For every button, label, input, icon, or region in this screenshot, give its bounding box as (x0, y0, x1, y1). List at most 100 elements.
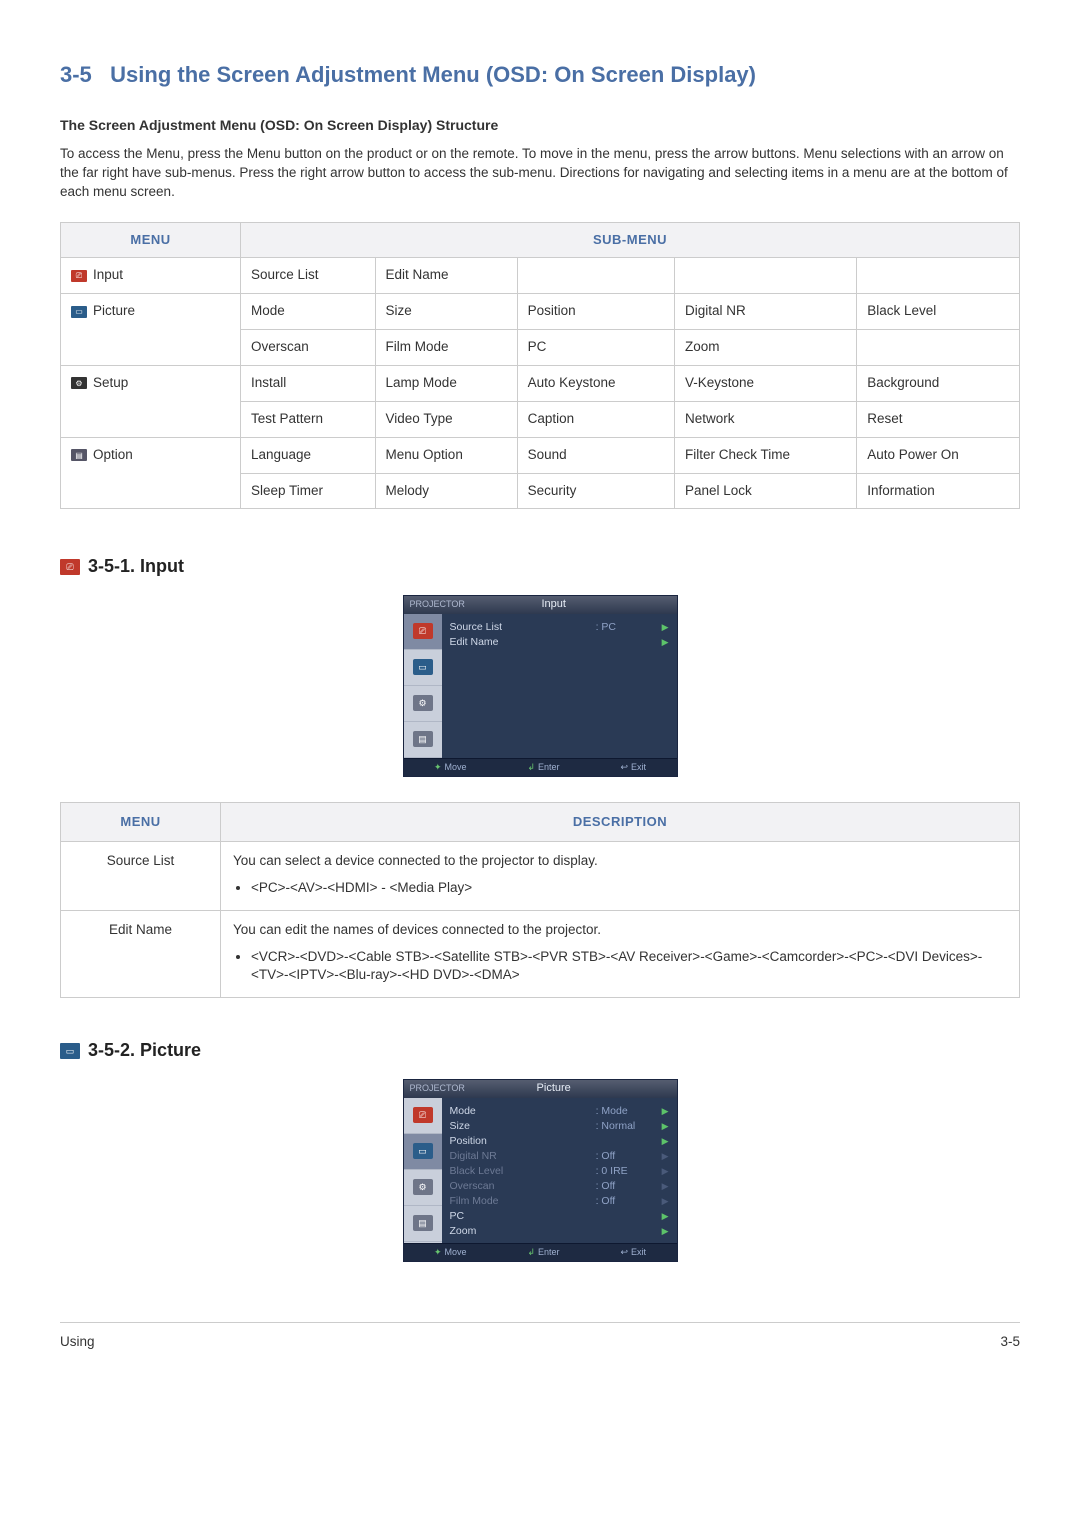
picture-section-number: 3-5-2. (88, 1040, 135, 1060)
table-cell: Black Level (857, 294, 1020, 330)
table-cell: Background (857, 365, 1020, 401)
table-cell: Auto Power On (857, 437, 1020, 473)
osd-row: Position▶ (450, 1134, 669, 1149)
osd-row: Zoom▶ (450, 1224, 669, 1239)
arrow-right-icon: ▶ (656, 1120, 669, 1133)
table-cell: Test Pattern (241, 401, 376, 437)
table-cell: Source List (241, 258, 376, 294)
osd-footer-exit: Exit (631, 761, 646, 774)
osd-row-label: Source List (450, 620, 596, 635)
table-cell: Network (674, 401, 856, 437)
desc-text: You can select a device connected to the… (233, 852, 1007, 871)
desc-bullet: <VCR>-<DVD>-<Cable STB>-<Satellite STB>-… (251, 948, 1007, 986)
arrow-right-icon: ▶ (656, 1135, 669, 1148)
osd-title: Picture (471, 1081, 637, 1096)
section-number: 3-5 (60, 62, 92, 87)
desc-text: You can edit the names of devices connec… (233, 921, 1007, 940)
menu-option-label: Option (93, 446, 133, 465)
table-cell: Overscan (241, 330, 376, 366)
osd-row-value: : Off (596, 1194, 656, 1209)
arrow-right-icon: ▶ (656, 636, 669, 649)
table-cell: Install (241, 365, 376, 401)
desc-header-description: DESCRIPTION (221, 802, 1020, 841)
menu-picture-label: Picture (93, 302, 135, 321)
table-cell: Video Type (375, 401, 517, 437)
table-cell: Auto Keystone (517, 365, 674, 401)
desc-menu-edit-name: Edit Name (61, 910, 221, 998)
table-cell (674, 258, 856, 294)
structure-subtitle: The Screen Adjustment Menu (OSD: On Scre… (60, 116, 1020, 136)
osd-row-value: : PC (596, 620, 656, 635)
enter-icon: ↲ (527, 1246, 535, 1259)
table-cell: Sound (517, 437, 674, 473)
osd-brand: PROJECTOR (404, 598, 471, 611)
exit-icon: ↩ (620, 761, 628, 774)
section-heading-input: ⎚ 3-5-1. Input (60, 554, 1020, 579)
table-cell: Information (857, 473, 1020, 509)
osd-row-value: : Mode (596, 1104, 656, 1119)
input-icon: ⎚ (413, 1107, 433, 1123)
arrow-right-icon: ▶ (656, 1150, 669, 1163)
osd-panel-input: PROJECTOR Input ⎚ ▭ ⚙ ▤ Source List: PC▶… (403, 595, 678, 777)
osd-row-value: : Off (596, 1179, 656, 1194)
table-cell (857, 258, 1020, 294)
osd-row: Overscan: Off▶ (450, 1179, 669, 1194)
desc-bullet: <PC>-<AV>-<HDMI> - <Media Play> (251, 879, 1007, 898)
osd-row-value: : 0 IRE (596, 1164, 656, 1179)
intro-paragraph: To access the Menu, press the Menu butto… (60, 145, 1020, 202)
table-cell: Sleep Timer (241, 473, 376, 509)
table-cell: V-Keystone (674, 365, 856, 401)
osd-row: Mode: Mode▶ (450, 1104, 669, 1119)
table-cell: Film Mode (375, 330, 517, 366)
osd-footer-enter: Enter (538, 1246, 560, 1259)
picture-section-name: Picture (140, 1040, 201, 1060)
osd-brand: PROJECTOR (404, 1082, 471, 1095)
osd-row: Digital NR: Off▶ (450, 1149, 669, 1164)
osd-footer-exit: Exit (631, 1246, 646, 1259)
move-icon: ✦ (434, 1246, 442, 1259)
enter-icon: ↲ (527, 761, 535, 774)
osd-row: Film Mode: Off▶ (450, 1194, 669, 1209)
osd-row-label: Mode (450, 1104, 596, 1119)
table-cell: Filter Check Time (674, 437, 856, 473)
table-cell: Language (241, 437, 376, 473)
section-heading-picture: ▭ 3-5-2. Picture (60, 1038, 1020, 1063)
osd-row-label: Overscan (450, 1179, 596, 1194)
osd-row-label: Film Mode (450, 1194, 596, 1209)
table-cell (857, 330, 1020, 366)
table-cell: Digital NR (674, 294, 856, 330)
arrow-right-icon: ▶ (656, 621, 669, 634)
footer-left: Using (60, 1333, 95, 1352)
menu-input-label: Input (93, 266, 123, 285)
menu-setup-label: Setup (93, 374, 128, 393)
structure-header-menu: MENU (61, 223, 241, 258)
page-title-text: Using the Screen Adjustment Menu (OSD: O… (110, 62, 756, 87)
menu-structure-table: MENU SUB-MENU ⎚ Input Source List Edit Na… (60, 222, 1020, 509)
table-cell: Zoom (674, 330, 856, 366)
osd-footer-move: Move (445, 761, 467, 774)
page-title: 3-5 Using the Screen Adjustment Menu (OS… (60, 60, 1020, 91)
structure-header-submenu: SUB-MENU (241, 223, 1020, 258)
picture-icon: ▭ (60, 1043, 80, 1059)
table-cell: Lamp Mode (375, 365, 517, 401)
input-icon: ⎚ (71, 270, 87, 282)
osd-row: Black Level: 0 IRE▶ (450, 1164, 669, 1179)
arrow-right-icon: ▶ (656, 1225, 669, 1238)
table-cell (517, 258, 674, 294)
footer-right: 3-5 (1000, 1333, 1020, 1352)
setup-icon: ⚙ (71, 377, 87, 389)
desc-header-menu: MENU (61, 802, 221, 841)
desc-menu-source-list: Source List (61, 841, 221, 910)
table-cell: Reset (857, 401, 1020, 437)
osd-row-value: : Normal (596, 1119, 656, 1134)
arrow-right-icon: ▶ (656, 1165, 669, 1178)
table-cell: Size (375, 294, 517, 330)
option-icon: ▤ (413, 731, 433, 747)
table-cell: Edit Name (375, 258, 517, 294)
osd-title: Input (471, 597, 637, 612)
table-cell: Panel Lock (674, 473, 856, 509)
input-section-name: Input (140, 556, 184, 576)
table-cell: Security (517, 473, 674, 509)
page-footer: Using 3-5 (60, 1322, 1020, 1352)
osd-footer-enter: Enter (538, 761, 560, 774)
